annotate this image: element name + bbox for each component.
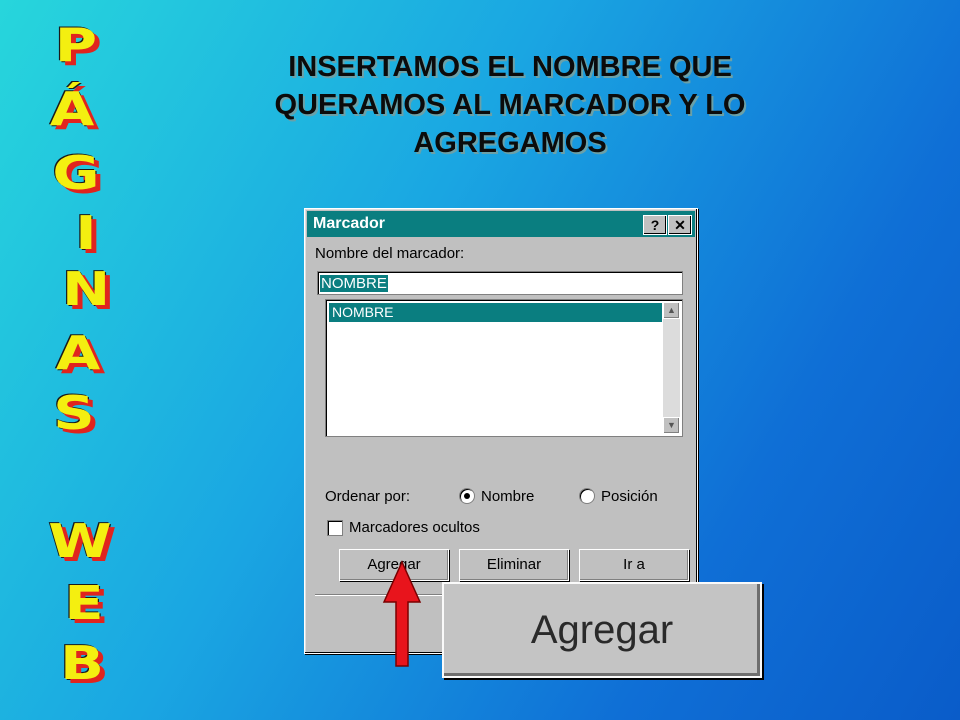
dialog-titlebar[interactable]: Marcador ? ✕ bbox=[307, 211, 695, 237]
dialog-title: Marcador bbox=[313, 215, 386, 232]
slide-title: INSERTAMOS EL NOMBRE QUE QUERAMOS AL MAR… bbox=[200, 48, 820, 162]
side-letter-b: B bbox=[60, 636, 104, 690]
zoomed-add-button: Agregar bbox=[442, 582, 762, 678]
delete-button[interactable]: Eliminar bbox=[459, 549, 569, 581]
goto-button[interactable]: Ir a bbox=[579, 549, 689, 581]
close-button[interactable]: ✕ bbox=[668, 215, 692, 235]
side-letter-p: P bbox=[54, 18, 98, 72]
scroll-up-icon[interactable]: ▲ bbox=[663, 302, 680, 319]
side-letter-e: E bbox=[64, 576, 104, 630]
side-letter-s: S bbox=[53, 386, 95, 440]
sort-name-radio[interactable] bbox=[459, 488, 475, 504]
sort-position-label[interactable]: Posición bbox=[601, 488, 658, 505]
side-letter-a-acute: Á bbox=[49, 82, 95, 136]
list-scrollbar[interactable]: ▲ ▼ bbox=[663, 302, 680, 434]
title-line: QUERAMOS AL MARCADOR Y LO bbox=[274, 89, 746, 121]
hidden-bookmarks-checkbox[interactable] bbox=[327, 520, 343, 536]
side-letter-a: A bbox=[55, 326, 101, 380]
side-letter-n: N bbox=[61, 262, 111, 316]
bookmark-name-input[interactable]: NOMBRE bbox=[317, 271, 683, 295]
hidden-bookmarks-label[interactable]: Marcadores ocultos bbox=[349, 519, 480, 536]
bookmark-name-label: Nombre del marcador: bbox=[315, 245, 465, 262]
bookmark-list[interactable]: NOMBRE ▲ ▼ bbox=[325, 299, 683, 437]
red-arrow-icon bbox=[382, 560, 422, 667]
side-letter-i: I bbox=[75, 206, 97, 260]
bookmark-name-value: NOMBRE bbox=[320, 275, 388, 292]
title-line: AGREGAMOS bbox=[413, 127, 607, 159]
help-button[interactable]: ? bbox=[643, 215, 667, 235]
side-letter-w: W bbox=[48, 514, 112, 568]
close-icon: ✕ bbox=[674, 217, 686, 233]
list-item[interactable]: NOMBRE bbox=[329, 303, 662, 322]
side-letter-g: G bbox=[52, 146, 100, 200]
title-line: INSERTAMOS EL NOMBRE QUE bbox=[288, 51, 732, 83]
sort-position-radio[interactable] bbox=[579, 488, 595, 504]
scroll-down-icon[interactable]: ▼ bbox=[663, 417, 680, 434]
sort-by-label: Ordenar por: bbox=[325, 488, 411, 505]
sort-name-label[interactable]: Nombre bbox=[481, 488, 534, 505]
